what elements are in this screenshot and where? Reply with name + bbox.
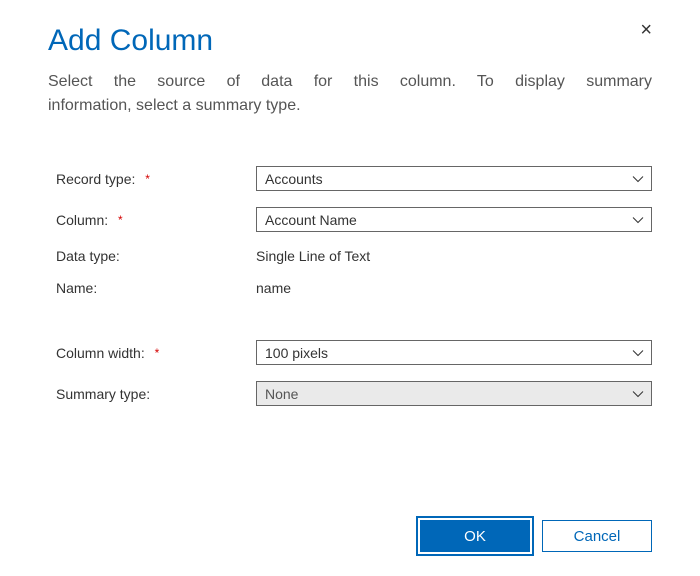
required-asterisk: * — [118, 213, 123, 227]
dialog-title: Add Column — [48, 24, 652, 58]
subtitle-line: information, select a summary type. — [48, 94, 652, 118]
dialog-subtitle: Select the source of data for this colum… — [48, 70, 652, 118]
spacer — [256, 312, 652, 324]
column-select[interactable]: Account Name — [256, 207, 652, 232]
column-width-select[interactable]: 100 pixels — [256, 340, 652, 365]
subtitle-line: Select the source of data for this colum… — [48, 70, 652, 94]
record-type-select-wrap: Accounts — [256, 166, 652, 191]
label-text: Record type: — [56, 171, 135, 187]
dialog-footer: OK Cancel — [48, 500, 652, 552]
record-type-label: Record type: * — [56, 171, 256, 187]
column-width-select-wrap: 100 pixels — [256, 340, 652, 365]
data-type-label: Data type: — [56, 248, 256, 264]
cancel-button[interactable]: Cancel — [542, 520, 652, 552]
column-label: Column: * — [56, 212, 256, 228]
required-asterisk: * — [145, 172, 150, 186]
label-text: Column width: — [56, 345, 145, 361]
record-type-select[interactable]: Accounts — [256, 166, 652, 191]
label-text: Column: — [56, 212, 108, 228]
add-column-dialog: × Add Column Select the source of data f… — [0, 0, 700, 576]
spacer — [56, 312, 256, 324]
column-width-label: Column width: * — [56, 345, 256, 361]
summary-type-select-wrap: None — [256, 381, 652, 406]
summary-type-label: Summary type: — [56, 386, 256, 402]
form: Record type: * Accounts Column: * Accoun… — [48, 166, 652, 406]
close-button[interactable]: × — [640, 20, 652, 40]
name-value: name — [256, 280, 652, 296]
column-select-wrap: Account Name — [256, 207, 652, 232]
data-type-value: Single Line of Text — [256, 248, 652, 264]
name-label: Name: — [56, 280, 256, 296]
close-icon: × — [640, 19, 652, 41]
required-asterisk: * — [155, 346, 160, 360]
summary-type-select: None — [256, 381, 652, 406]
ok-button[interactable]: OK — [420, 520, 530, 552]
